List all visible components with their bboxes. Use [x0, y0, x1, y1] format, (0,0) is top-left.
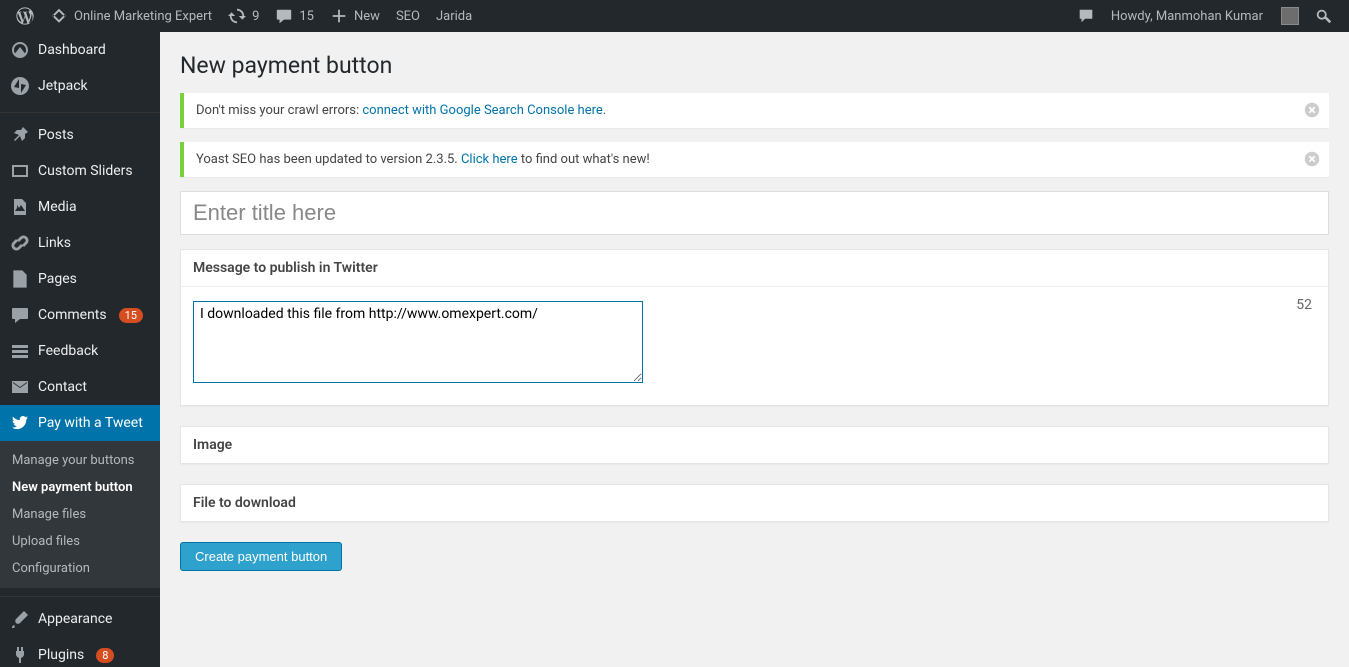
notification-icon[interactable] — [1069, 0, 1103, 32]
main-content: New payment button Don't miss your crawl… — [160, 32, 1349, 611]
avatar — [1281, 7, 1299, 25]
admin-bar: Online Marketing Expert 9 15 New SEO Jar… — [0, 0, 1349, 32]
comments-badge: 15 — [119, 308, 143, 323]
twitter-message-box: Message to publish in Twitter 52 — [180, 249, 1329, 406]
submenu-pay-tweet: Manage your buttons New payment button M… — [0, 441, 160, 588]
menu-appearance[interactable]: Appearance — [0, 601, 160, 637]
image-box: Image — [180, 426, 1329, 464]
links-icon — [10, 233, 30, 253]
media-icon — [10, 197, 30, 217]
wp-logo[interactable] — [8, 0, 42, 32]
menu-jetpack[interactable]: Jetpack — [0, 68, 160, 104]
updates-count: 9 — [252, 9, 259, 24]
menu-pay-with-tweet[interactable]: Pay with a Tweet — [0, 405, 160, 441]
twitter-message-textarea[interactable] — [193, 301, 643, 383]
site-name[interactable]: Online Marketing Expert — [42, 0, 220, 32]
menu-pages[interactable]: Pages — [0, 261, 160, 297]
close-icon — [1303, 101, 1321, 119]
menu-media[interactable]: Media — [0, 189, 160, 225]
sub-new-payment[interactable]: New payment button — [0, 474, 160, 501]
howdy-account[interactable]: Howdy, Manmohan Kumar — [1103, 0, 1307, 32]
sliders-icon — [10, 161, 30, 181]
brush-icon — [10, 609, 30, 629]
notice-crawl-errors: Don't miss your crawl errors: connect wi… — [180, 93, 1329, 128]
sub-configuration[interactable]: Configuration — [0, 555, 160, 582]
notice-link-yoast[interactable]: Click here — [461, 152, 518, 167]
plugins-badge: 8 — [96, 648, 114, 663]
twitter-box-header[interactable]: Message to publish in Twitter — [181, 250, 1328, 287]
menu-custom-sliders[interactable]: Custom Sliders — [0, 153, 160, 189]
site-name-text: Online Marketing Expert — [74, 9, 212, 24]
search-icon — [1315, 7, 1333, 25]
howdy-text: Howdy, Manmohan Kumar — [1111, 9, 1263, 24]
twitter-icon — [10, 413, 30, 433]
menu-feedback[interactable]: Feedback — [0, 333, 160, 369]
seo-item[interactable]: SEO — [388, 0, 428, 32]
comments-count: 15 — [299, 9, 314, 24]
search-toggle[interactable] — [1307, 0, 1341, 32]
comments-item[interactable]: 15 — [267, 0, 322, 32]
envelope-icon — [10, 377, 30, 397]
file-box-header[interactable]: File to download — [181, 485, 1328, 521]
sub-upload-files[interactable]: Upload files — [0, 528, 160, 555]
page-title: New payment button — [180, 52, 1329, 79]
menu-plugins[interactable]: Plugins8 — [0, 637, 160, 667]
create-payment-button[interactable]: Create payment button — [180, 542, 342, 571]
speech-icon — [1077, 7, 1095, 25]
title-input[interactable] — [180, 191, 1329, 235]
menu-posts[interactable]: Posts — [0, 117, 160, 153]
updates-item[interactable]: 9 — [220, 0, 267, 32]
dismiss-notice-1[interactable] — [1303, 101, 1323, 121]
sub-manage-files[interactable]: Manage files — [0, 501, 160, 528]
feedback-icon — [10, 341, 30, 361]
menu-links[interactable]: Links — [0, 225, 160, 261]
pin-icon — [10, 125, 30, 145]
plug-icon — [10, 645, 30, 665]
new-label: New — [354, 9, 380, 24]
notice-yoast-update: Yoast SEO has been updated to version 2.… — [180, 142, 1329, 177]
dismiss-notice-2[interactable] — [1303, 150, 1323, 170]
jetpack-icon — [10, 76, 30, 96]
menu-contact[interactable]: Contact — [0, 369, 160, 405]
file-box: File to download — [180, 484, 1329, 522]
pages-icon — [10, 269, 30, 289]
notice-link-gsc[interactable]: connect with Google Search Console here — [362, 103, 602, 118]
dashboard-icon — [10, 40, 30, 60]
admin-sidebar: Dashboard Jetpack Posts Custom Sliders M… — [0, 32, 160, 667]
jarida-item[interactable]: Jarida — [428, 0, 480, 32]
menu-comments[interactable]: Comments15 — [0, 297, 160, 333]
menu-dashboard[interactable]: Dashboard — [0, 32, 160, 68]
comments-icon — [10, 305, 30, 325]
new-item[interactable]: New — [322, 0, 388, 32]
image-box-header[interactable]: Image — [181, 427, 1328, 463]
sub-manage-buttons[interactable]: Manage your buttons — [0, 447, 160, 474]
char-count: 52 — [1296, 297, 1312, 313]
close-icon — [1303, 150, 1321, 168]
